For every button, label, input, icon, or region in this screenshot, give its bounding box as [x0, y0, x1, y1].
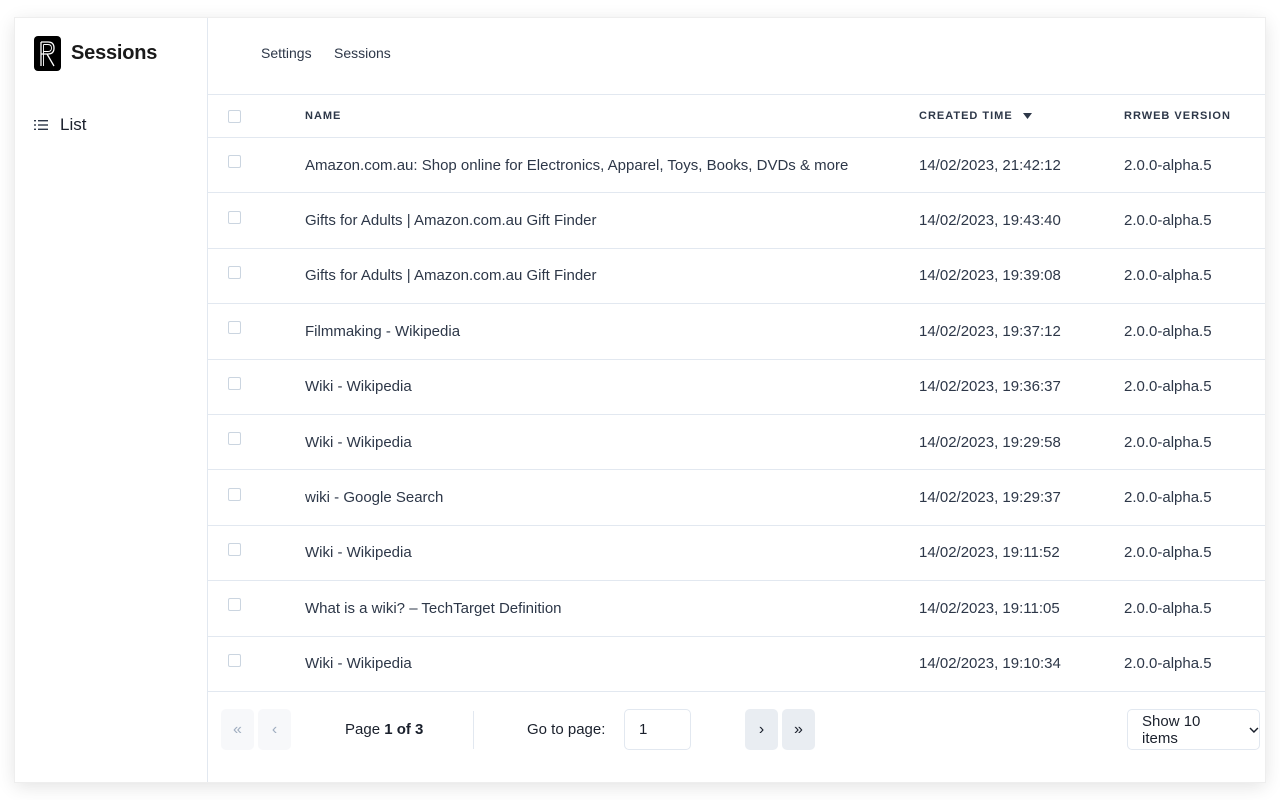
session-created-time: 14/02/2023, 19:43:40	[919, 212, 1061, 230]
row-checkbox[interactable]	[228, 376, 241, 390]
session-version: 2.0.0-alpha.5	[1124, 544, 1212, 562]
row-check-cell	[228, 581, 241, 635]
pagination-bar: « ‹ Page 1 of 3 Go to page: › » Show 10 …	[208, 693, 1265, 782]
session-name[interactable]: What is a wiki? – TechTarget Definition	[305, 581, 562, 635]
session-created-time: 14/02/2023, 19:29:58	[919, 433, 1061, 451]
session-version: 2.0.0-alpha.5	[1124, 322, 1212, 340]
session-created-time: 14/02/2023, 19:11:52	[919, 544, 1060, 562]
row-check-cell	[228, 304, 241, 358]
next-page-button[interactable]: ›	[745, 709, 778, 750]
last-page-button[interactable]: »	[782, 709, 815, 750]
row-checkbox[interactable]	[228, 598, 241, 612]
table-row[interactable]: Gifts for Adults | Amazon.com.au Gift Fi…	[208, 193, 1265, 249]
row-checkbox[interactable]	[228, 653, 241, 667]
session-name[interactable]: Wiki - Wikipedia	[305, 415, 412, 469]
sessions-table: NAME CREATED TIME RRWEB VERSION Amazon.c…	[208, 95, 1265, 692]
prev-page-button[interactable]: ‹	[258, 709, 291, 750]
session-created-time: 14/02/2023, 19:39:08	[919, 267, 1061, 285]
page-size-select[interactable]: Show 10 items	[1127, 709, 1260, 750]
brand: Sessions	[34, 36, 157, 71]
table-row[interactable]: Wiki - Wikipedia 14/02/2023, 19:29:58 2.…	[208, 415, 1265, 471]
session-created-time: 14/02/2023, 19:36:37	[919, 378, 1061, 396]
sidebar: Sessions List	[15, 18, 208, 782]
column-header-name[interactable]: NAME	[305, 95, 341, 137]
table-body: Amazon.com.au: Shop online for Electroni…	[208, 138, 1265, 692]
session-version: 2.0.0-alpha.5	[1124, 599, 1212, 617]
session-version: 2.0.0-alpha.5	[1124, 267, 1212, 285]
app-window: Sessions List Settings Sessions NAME CRE…	[15, 18, 1265, 782]
select-all-cell	[228, 95, 241, 137]
page-current: 1	[384, 721, 393, 738]
logo-r-icon	[40, 40, 55, 66]
session-name[interactable]: Gifts for Adults | Amazon.com.au Gift Fi…	[305, 193, 597, 247]
table-row[interactable]: Amazon.com.au: Shop online for Electroni…	[208, 138, 1265, 194]
session-name[interactable]: Amazon.com.au: Shop online for Electroni…	[305, 138, 848, 192]
table-row[interactable]: What is a wiki? – TechTarget Definition …	[208, 581, 1265, 637]
row-checkbox[interactable]	[228, 321, 241, 335]
first-page-button[interactable]: «	[221, 709, 254, 750]
list-icon	[34, 120, 48, 130]
page-of: of	[392, 721, 416, 738]
column-header-created-time[interactable]: CREATED TIME	[919, 95, 1032, 137]
row-checkbox[interactable]	[228, 487, 241, 501]
row-check-cell	[228, 526, 241, 580]
row-checkbox[interactable]	[228, 210, 241, 224]
sidebar-item-label: List	[60, 115, 87, 134]
breadcrumb-sessions[interactable]: Sessions	[334, 45, 391, 61]
session-version: 2.0.0-alpha.5	[1124, 489, 1212, 507]
table-row[interactable]: Filmmaking - Wikipedia 14/02/2023, 19:37…	[208, 304, 1265, 360]
session-name[interactable]: Wiki - Wikipedia	[305, 360, 412, 414]
session-name[interactable]: Filmmaking - Wikipedia	[305, 304, 460, 358]
app-title: Sessions	[71, 42, 158, 64]
session-name[interactable]: Wiki - Wikipedia	[305, 637, 412, 691]
goto-page-input[interactable]	[624, 709, 691, 750]
session-name[interactable]: Gifts for Adults | Amazon.com.au Gift Fi…	[305, 249, 597, 303]
row-check-cell	[228, 193, 241, 247]
sidebar-item-list[interactable]: List	[34, 115, 86, 135]
row-checkbox[interactable]	[228, 432, 241, 446]
session-version: 2.0.0-alpha.5	[1124, 378, 1212, 396]
session-created-time: 14/02/2023, 19:37:12	[919, 322, 1061, 340]
top-bar: Settings Sessions	[208, 18, 1265, 95]
row-check-cell	[228, 415, 241, 469]
column-header-label: CREATED TIME	[919, 110, 1013, 122]
session-created-time: 14/02/2023, 21:42:12	[919, 156, 1061, 174]
row-checkbox[interactable]	[228, 542, 241, 556]
table-row[interactable]: Wiki - Wikipedia 14/02/2023, 19:11:52 2.…	[208, 526, 1265, 582]
sort-down-icon[interactable]	[1022, 113, 1032, 119]
session-version: 2.0.0-alpha.5	[1124, 433, 1212, 451]
row-check-cell	[228, 249, 241, 303]
session-version: 2.0.0-alpha.5	[1124, 212, 1212, 230]
app-logo	[34, 36, 61, 71]
session-version: 2.0.0-alpha.5	[1124, 156, 1212, 174]
table-row[interactable]: wiki - Google Search 14/02/2023, 19:29:3…	[208, 470, 1265, 526]
session-name[interactable]: wiki - Google Search	[305, 470, 443, 524]
breadcrumb-settings[interactable]: Settings	[261, 45, 312, 61]
page-size-label: Show 10 items	[1142, 712, 1201, 747]
session-name[interactable]: Wiki - Wikipedia	[305, 526, 412, 580]
row-check-cell	[228, 138, 241, 192]
table-header-row: NAME CREATED TIME RRWEB VERSION	[208, 95, 1265, 138]
column-header-version[interactable]: RRWEB VERSION	[1124, 95, 1231, 137]
page-total: 3	[415, 721, 424, 738]
session-created-time: 14/02/2023, 19:29:37	[919, 489, 1061, 507]
session-created-time: 14/02/2023, 19:11:05	[919, 599, 1060, 617]
row-check-cell	[228, 470, 241, 524]
row-checkbox[interactable]	[228, 155, 241, 169]
page-indicator: Page 1 of 3	[345, 721, 423, 738]
session-version: 2.0.0-alpha.5	[1124, 655, 1212, 673]
session-created-time: 14/02/2023, 19:10:34	[919, 655, 1061, 673]
table-row[interactable]: Wiki - Wikipedia 14/02/2023, 19:36:37 2.…	[208, 360, 1265, 415]
select-all-checkbox[interactable]	[228, 109, 241, 123]
goto-page-label: Go to page:	[527, 721, 606, 738]
row-check-cell	[228, 360, 241, 414]
chevron-down-icon	[1249, 727, 1259, 733]
row-check-cell	[228, 637, 241, 691]
table-row[interactable]: Gifts for Adults | Amazon.com.au Gift Fi…	[208, 249, 1265, 305]
row-checkbox[interactable]	[228, 265, 241, 279]
pagination-divider	[473, 711, 474, 749]
page-prefix: Page	[345, 721, 385, 738]
table-row[interactable]: Wiki - Wikipedia 14/02/2023, 19:10:34 2.…	[208, 637, 1265, 692]
